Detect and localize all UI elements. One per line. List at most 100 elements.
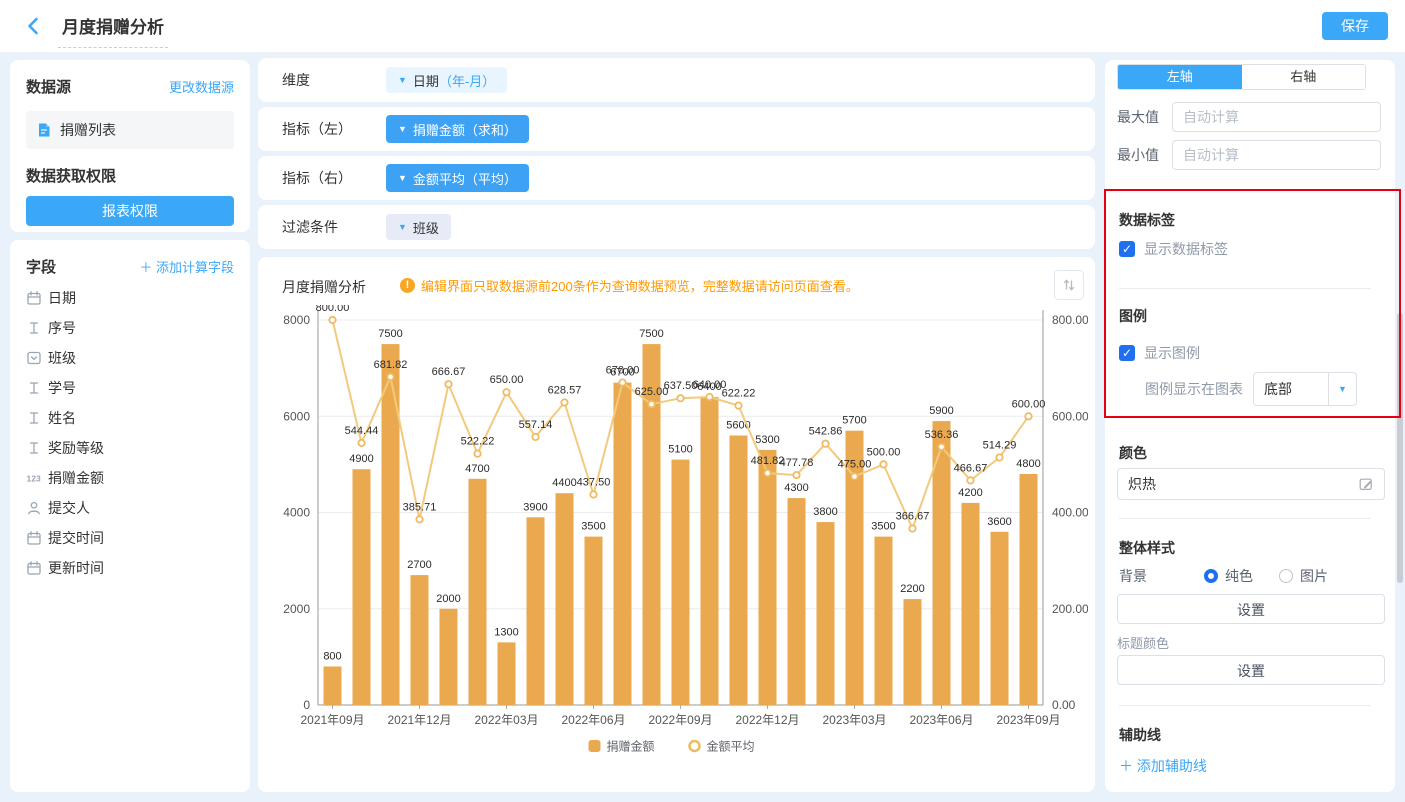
svg-text:3500: 3500 bbox=[871, 521, 895, 533]
field-item-更新时间[interactable]: 更新时间 bbox=[26, 553, 234, 583]
field-item-姓名[interactable]: 姓名 bbox=[26, 403, 234, 433]
scrollbar-thumb[interactable] bbox=[1397, 313, 1403, 583]
tab-right-axis[interactable]: 右轴 bbox=[1242, 65, 1366, 89]
line-point[interactable] bbox=[793, 472, 799, 478]
title-color-set-button[interactable]: 设置 bbox=[1117, 655, 1385, 685]
bar[interactable] bbox=[382, 344, 400, 705]
line-point[interactable] bbox=[503, 389, 509, 395]
field-item-捐赠金额[interactable]: 123捐赠金额 bbox=[26, 463, 234, 493]
line-point[interactable] bbox=[735, 402, 741, 408]
add-calculated-field-link[interactable]: ＋ 添加计算字段 bbox=[139, 257, 234, 276]
line-point[interactable] bbox=[677, 395, 683, 401]
tab-left-axis[interactable]: 左轴 bbox=[1118, 65, 1242, 89]
field-item-学号[interactable]: 学号 bbox=[26, 373, 234, 403]
bar[interactable] bbox=[962, 503, 980, 705]
change-datasource-link[interactable]: 更改数据源 bbox=[169, 77, 234, 96]
filter-pill[interactable]: ▼ 班级 bbox=[386, 214, 451, 240]
legend-bar-swatch[interactable] bbox=[589, 740, 601, 752]
bar[interactable] bbox=[875, 537, 893, 705]
field-item-序号[interactable]: 序号 bbox=[26, 313, 234, 343]
bar[interactable] bbox=[991, 532, 1009, 705]
line-point[interactable] bbox=[880, 461, 886, 467]
bar[interactable] bbox=[585, 537, 603, 705]
bar[interactable] bbox=[614, 383, 632, 705]
svg-text:5300: 5300 bbox=[755, 434, 779, 446]
bar[interactable] bbox=[411, 575, 429, 705]
show-data-label-checkbox[interactable]: ✓ 显示数据标签 bbox=[1119, 239, 1228, 259]
svg-text:366.67: 366.67 bbox=[896, 511, 930, 523]
svg-text:544.44: 544.44 bbox=[345, 425, 379, 437]
bg-image-option[interactable]: 图片 bbox=[1300, 566, 1328, 586]
bar[interactable] bbox=[701, 397, 719, 705]
max-value-input[interactable] bbox=[1172, 102, 1381, 132]
bar[interactable] bbox=[643, 344, 661, 705]
legend-line-swatch[interactable] bbox=[690, 741, 700, 751]
bar[interactable] bbox=[730, 436, 748, 706]
svg-text:2700: 2700 bbox=[407, 559, 431, 571]
line-point[interactable] bbox=[967, 477, 973, 483]
line-point[interactable] bbox=[619, 379, 625, 385]
line-point[interactable] bbox=[996, 454, 1002, 460]
bar[interactable] bbox=[527, 517, 545, 705]
back-button[interactable] bbox=[22, 14, 46, 38]
show-legend-checkbox[interactable]: ✓ 显示图例 bbox=[1119, 343, 1200, 363]
chart-canvas[interactable]: 020004000600080000.00200.00400.00600.008… bbox=[268, 305, 1088, 779]
bar[interactable] bbox=[469, 479, 487, 705]
line-point[interactable] bbox=[358, 440, 364, 446]
line-point[interactable] bbox=[1025, 413, 1031, 419]
line-point[interactable] bbox=[590, 491, 596, 497]
save-button[interactable]: 保存 bbox=[1322, 12, 1388, 40]
line-point[interactable] bbox=[938, 444, 944, 450]
bar[interactable] bbox=[498, 642, 516, 705]
line-point[interactable] bbox=[561, 399, 567, 405]
bar[interactable] bbox=[904, 599, 922, 705]
line-point[interactable] bbox=[909, 525, 915, 531]
line-point[interactable] bbox=[706, 394, 712, 400]
calendar-icon bbox=[26, 290, 48, 306]
bar[interactable] bbox=[1020, 474, 1038, 705]
add-guide-line-link[interactable]: ＋ 添加辅助线 bbox=[1119, 756, 1207, 776]
metric-left-pill[interactable]: ▼ 捐赠金额（求和） bbox=[386, 115, 529, 143]
dimension-pill[interactable]: ▼ 日期 （年-月） bbox=[386, 67, 507, 93]
filter-row: 过滤条件 ▼ 班级 bbox=[258, 205, 1095, 249]
bar[interactable] bbox=[817, 522, 835, 705]
radio-unchecked-icon[interactable] bbox=[1279, 569, 1293, 583]
line-point[interactable] bbox=[851, 473, 857, 479]
line-point[interactable] bbox=[648, 401, 654, 407]
legend-position-select[interactable]: 底部 ▼ bbox=[1253, 372, 1357, 406]
line-point[interactable] bbox=[387, 374, 393, 380]
line-point[interactable] bbox=[416, 516, 422, 522]
bar[interactable] bbox=[759, 450, 777, 705]
field-item-提交人[interactable]: 提交人 bbox=[26, 493, 234, 523]
bg-set-button[interactable]: 设置 bbox=[1117, 594, 1385, 624]
line-point[interactable] bbox=[532, 434, 538, 440]
field-item-日期[interactable]: 日期 bbox=[26, 283, 234, 313]
bar[interactable] bbox=[672, 460, 690, 705]
bar[interactable] bbox=[440, 609, 458, 705]
sort-toggle-button[interactable] bbox=[1054, 270, 1084, 300]
svg-text:557.14: 557.14 bbox=[519, 419, 553, 431]
bar[interactable] bbox=[324, 667, 342, 706]
min-value-input[interactable] bbox=[1172, 140, 1381, 170]
color-scheme-input[interactable]: 炽热 bbox=[1117, 468, 1385, 500]
bg-solid-option[interactable]: 纯色 bbox=[1225, 566, 1253, 586]
field-item-班级[interactable]: 班级 bbox=[26, 343, 234, 373]
line-point[interactable] bbox=[764, 470, 770, 476]
field-item-奖励等级[interactable]: 奖励等级 bbox=[26, 433, 234, 463]
bar[interactable] bbox=[353, 469, 371, 705]
line-point[interactable] bbox=[474, 451, 480, 457]
radio-checked-icon[interactable] bbox=[1204, 569, 1218, 583]
datasource-item[interactable]: 捐赠列表 bbox=[26, 111, 234, 149]
data-label-section-title: 数据标签 bbox=[1119, 210, 1175, 230]
report-permission-button[interactable]: 报表权限 bbox=[26, 196, 234, 226]
field-item-提交时间[interactable]: 提交时间 bbox=[26, 523, 234, 553]
bar[interactable] bbox=[556, 493, 574, 705]
bar[interactable] bbox=[846, 431, 864, 705]
line-point[interactable] bbox=[329, 317, 335, 323]
line-point[interactable] bbox=[445, 381, 451, 387]
bar[interactable] bbox=[788, 498, 806, 705]
metric-right-pill[interactable]: ▼ 金额平均（平均） bbox=[386, 164, 529, 192]
axis-tabs: 左轴右轴 bbox=[1117, 64, 1366, 90]
svg-text:7500: 7500 bbox=[639, 328, 663, 340]
line-point[interactable] bbox=[822, 441, 828, 447]
